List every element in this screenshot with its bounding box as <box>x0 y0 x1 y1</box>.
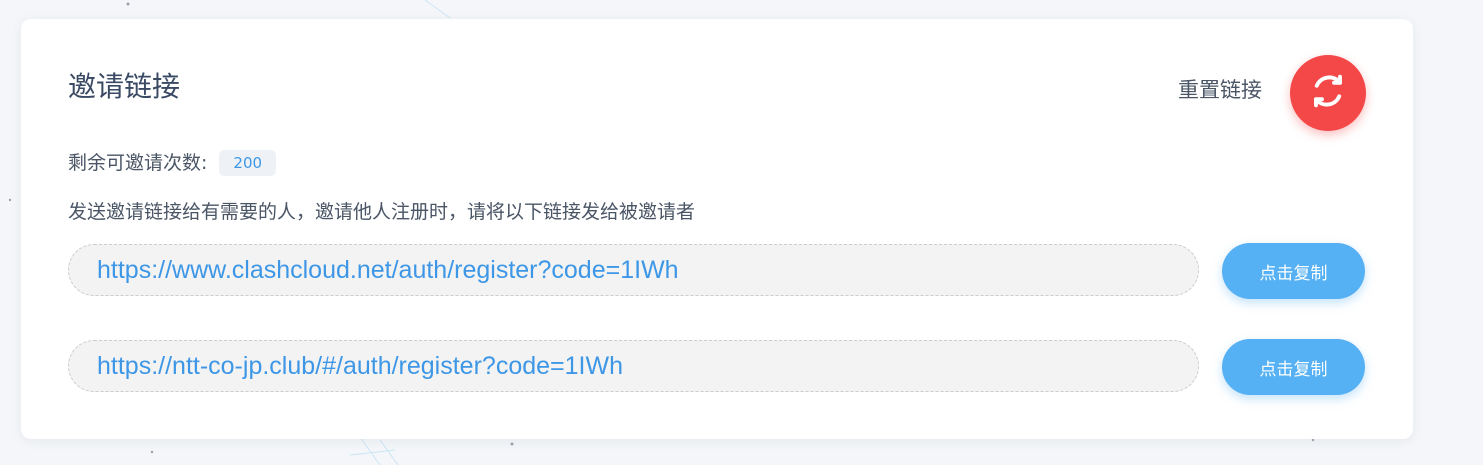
invite-link-card: 邀请链接 重置链接 剩余可邀请次数: 200 发送邀请链接给有需要的人，邀请他人… <box>21 19 1413 439</box>
reset-link-label[interactable]: 重置链接 <box>1178 76 1262 104</box>
remaining-invites-label: 剩余可邀请次数: <box>68 152 208 174</box>
remaining-invites-badge: 200 <box>219 150 277 176</box>
copy-link-button-1[interactable]: 点击复制 <box>1222 243 1365 299</box>
refresh-icon <box>1310 73 1346 113</box>
reset-link-button[interactable] <box>1290 55 1366 131</box>
invite-link-url[interactable]: https://ntt-co-jp.club/#/auth/register?c… <box>97 352 623 381</box>
remaining-invites-row: 剩余可邀请次数: 200 <box>68 150 277 176</box>
invite-link-field-2[interactable]: https://ntt-co-jp.club/#/auth/register?c… <box>68 340 1199 392</box>
page-title: 邀请链接 <box>68 70 181 103</box>
invite-link-field-1[interactable]: https://www.clashcloud.net/auth/register… <box>68 244 1199 296</box>
copy-link-button-2[interactable]: 点击复制 <box>1222 339 1365 395</box>
invite-link-url[interactable]: https://www.clashcloud.net/auth/register… <box>97 256 679 285</box>
invite-description: 发送邀请链接给有需要的人，邀请他人注册时，请将以下链接发给被邀请者 <box>68 201 696 223</box>
